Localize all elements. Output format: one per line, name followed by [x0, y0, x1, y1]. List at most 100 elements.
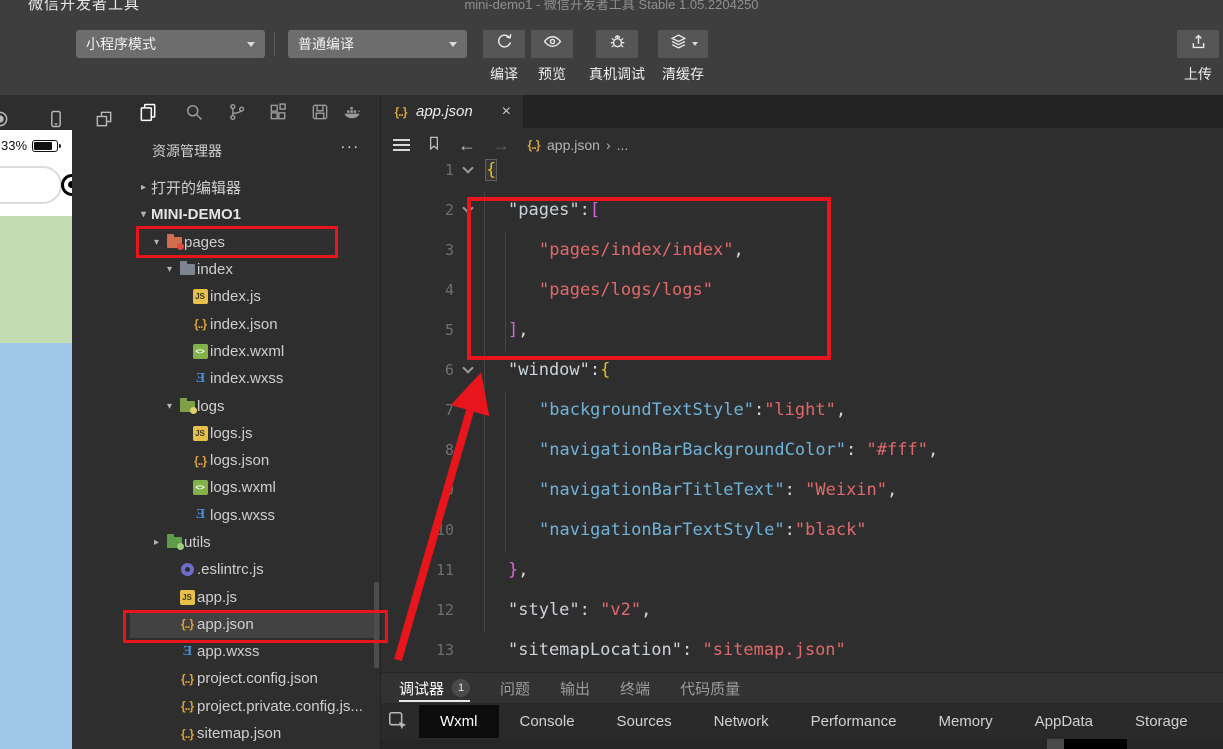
title-bar: 微信开发者工具 mini-demo1 - 微信开发者工具 Stable 1.05…	[0, 0, 1223, 18]
tree-item-index.wxss[interactable]: Eindex.wxss	[130, 365, 380, 392]
wxml-tree-row[interactable]: ▼<view class="container" >	[381, 739, 1223, 749]
devtools-tab-security[interactable]: Security	[1209, 705, 1223, 738]
fold-chevron-icon[interactable]	[462, 162, 474, 174]
devtools-tab-storage[interactable]: Storage	[1114, 705, 1209, 738]
code-line-3[interactable]: 3 "pages/index/index",	[381, 230, 1223, 270]
devtools-tab-console[interactable]: Console	[499, 705, 596, 738]
preview-button-label[interactable]: 预览	[531, 64, 573, 84]
code-text: "navigationBarBackgroundColor": "#fff",	[539, 440, 939, 460]
code-line-2[interactable]: 2 "pages":[	[381, 190, 1223, 230]
compile-mode-dropdown[interactable]: 普通编译	[288, 30, 467, 58]
tree-item-project.config.json[interactable]: {..} project.config.json	[130, 665, 380, 692]
extensions-icon[interactable]	[268, 102, 288, 127]
compile-button[interactable]	[483, 30, 525, 58]
fold-chevron-icon[interactable]	[462, 202, 474, 214]
code-text: "pages":[	[508, 200, 601, 220]
chevron-down-icon	[247, 41, 255, 47]
devtools-tab-memory[interactable]: Memory	[917, 705, 1013, 738]
tree-item-label: 打开的编辑器	[151, 180, 242, 198]
tree-item-index.js[interactable]: JS index.js	[130, 283, 380, 310]
tree-right-arrow-icon[interactable]: ▸	[136, 182, 151, 193]
devtools-tab-sources[interactable]: Sources	[596, 705, 693, 738]
preview-button[interactable]	[531, 30, 573, 58]
explorer-scrollbar[interactable]	[374, 582, 379, 668]
inspect-element-icon[interactable]	[387, 708, 409, 734]
tree-item-logs.wxml[interactable]: <> logs.wxml	[130, 474, 380, 501]
tree-item-pages[interactable]: ▾ pages	[130, 229, 380, 256]
tree-item-project.private.config.js...[interactable]: {..} project.private.config.js...	[130, 693, 380, 720]
panel-tab-label: 问题	[500, 680, 531, 698]
code-line-4[interactable]: 4 "pages/logs/logs"	[381, 270, 1223, 310]
tree-item-.eslintrc.js[interactable]: .eslintrc.js	[130, 556, 380, 583]
devtools-tab-performance[interactable]: Performance	[790, 705, 918, 738]
tree-item-index.wxml[interactable]: <> index.wxml	[130, 338, 380, 365]
tree-item-index[interactable]: ▾ index	[130, 256, 380, 283]
line-number: 3	[444, 241, 454, 259]
capsule-close-icon[interactable]	[61, 174, 72, 196]
code-line-10[interactable]: 10 "navigationBarTextStyle":"black"	[381, 510, 1223, 550]
code-line-6[interactable]: 6 "window":{	[381, 350, 1223, 390]
line-number: 5	[444, 321, 454, 339]
devtools-tab-wxml[interactable]: Wxml	[419, 704, 499, 738]
files-icon[interactable]	[138, 102, 158, 127]
code-line-12[interactable]: 12 "style": "v2",	[381, 590, 1223, 630]
device-debug-button[interactable]	[596, 30, 638, 58]
panel-tab-代码质量[interactable]: 代码质量	[680, 673, 740, 703]
compile-button-label[interactable]: 编译	[483, 64, 525, 84]
tree-item-label: logs.js	[210, 424, 253, 442]
tree-item-logs.json[interactable]: {..} logs.json	[130, 447, 380, 474]
code-line-1[interactable]: 1{	[381, 150, 1223, 190]
clear-cache-button-label[interactable]: 清缓存	[658, 64, 708, 84]
tree-item-utils[interactable]: ▸ utils	[130, 529, 380, 556]
json-file-icon: {..}	[394, 104, 407, 119]
tree-item-app.wxss[interactable]: Eapp.wxss	[130, 638, 380, 665]
tree-right-arrow-icon[interactable]: ▸	[149, 537, 164, 548]
clear-cache-button[interactable]	[658, 30, 708, 58]
git-branch-icon[interactable]	[227, 102, 247, 127]
tree-item-label: app.wxss	[197, 643, 260, 661]
tree-item-logs[interactable]: ▾ logs	[130, 392, 380, 419]
tree-item-label: logs.wxss	[210, 506, 276, 524]
simulator-page-green	[0, 216, 72, 343]
tab-app-json[interactable]: {..} app.json ×	[381, 95, 523, 128]
upload-button-label[interactable]: 上传	[1177, 64, 1219, 84]
fold-chevron-icon[interactable]	[462, 362, 474, 374]
tree-down-arrow-icon[interactable]: ▾	[162, 264, 177, 275]
tree-down-arrow-icon[interactable]: ▾	[162, 401, 177, 412]
tree-item-[interactable]: ▸ 打开的编辑器	[130, 174, 380, 201]
npm-panel-icon[interactable]	[310, 102, 330, 127]
tree-down-arrow-icon[interactable]: ▾	[136, 209, 151, 220]
code-text: "window":{	[508, 360, 611, 380]
device-debug-button-label[interactable]: 真机调试	[583, 64, 651, 84]
debugger-panel: 调试器 1 问题 输出 终端 代码质量 Wxml Console Sources Network…	[381, 672, 1223, 749]
code-line-7[interactable]: 7 "backgroundTextStyle":"light",	[381, 390, 1223, 430]
code-line-5[interactable]: 5],	[381, 310, 1223, 350]
search-icon[interactable]	[184, 102, 204, 127]
code-editor[interactable]: 1 {2 "pages":[3 "pages/index/index", 4 "pages…	[381, 156, 1223, 672]
tree-item-logs.wxss[interactable]: Elogs.wxss	[130, 502, 380, 529]
tree-item-logs.js[interactable]: JS logs.js	[130, 420, 380, 447]
tree-item-MINI-DEMO1[interactable]: ▾ MINI-DEMO1	[130, 201, 380, 228]
explorer-title: 资源管理器	[152, 143, 222, 159]
tree-item-index.json[interactable]: {..} index.json	[130, 310, 380, 337]
code-line-13[interactable]: 13 "sitemapLocation": "sitemap.json"	[381, 630, 1223, 670]
docker-whale-icon[interactable]	[342, 102, 362, 127]
panel-tab-终端[interactable]: 终端	[620, 673, 650, 703]
devtools-tab-network[interactable]: Network	[693, 705, 790, 738]
panel-tab-调试器[interactable]: 调试器 1	[399, 673, 471, 703]
code-line-9[interactable]: 9 "navigationBarTitleText": "Weixin",	[381, 470, 1223, 510]
panel-tab-问题[interactable]: 问题	[500, 673, 530, 703]
more-actions-icon[interactable]: ...	[341, 135, 360, 153]
upload-button[interactable]	[1177, 30, 1219, 58]
devtools-tab-appdata[interactable]: AppData	[1014, 705, 1114, 738]
panel-tab-输出[interactable]: 输出	[560, 673, 590, 703]
tree-item-sitemap.json[interactable]: {..} sitemap.json	[130, 720, 380, 747]
code-line-11[interactable]: 11},	[381, 550, 1223, 590]
code-line-8[interactable]: 8 "navigationBarBackgroundColor": "#fff",	[381, 430, 1223, 470]
tree-down-arrow-icon[interactable]: ▾	[149, 237, 164, 248]
tree-item-app.json[interactable]: {..} app.json	[130, 610, 380, 639]
activity-bar	[130, 95, 380, 130]
close-icon[interactable]: ×	[502, 103, 511, 121]
mode-dropdown[interactable]: 小程序模式	[76, 30, 265, 58]
tree-item-app.js[interactable]: JS app.js	[130, 583, 380, 610]
